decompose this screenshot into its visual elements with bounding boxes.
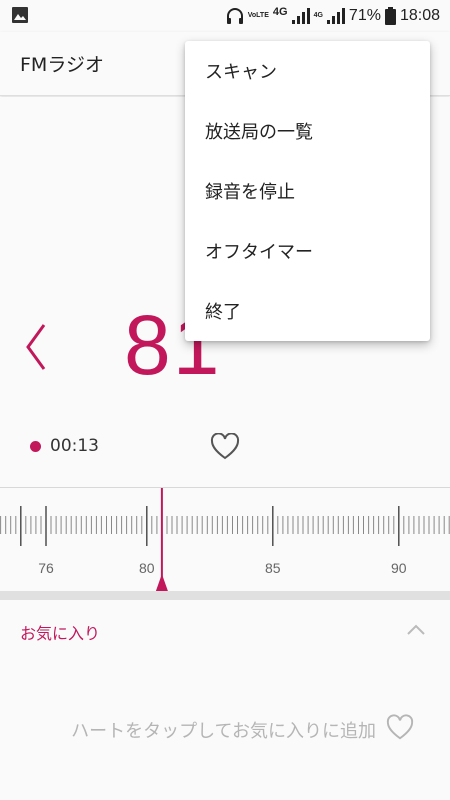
- menu-item-scan[interactable]: スキャン: [185, 41, 430, 101]
- heart-outline-icon[interactable]: [210, 433, 240, 461]
- dial-scale[interactable]: 76 80 85 90: [0, 488, 450, 592]
- dial-tick-label: 90: [391, 560, 407, 576]
- menu-item-sleep-timer[interactable]: オフタイマー: [185, 221, 430, 281]
- favorites-section: お気に入り ハートをタップしてお気に入りに追加: [0, 600, 450, 800]
- dial-tick-label: 76: [38, 560, 54, 576]
- dial-tick-label: 80: [139, 560, 155, 576]
- battery-percent: 71%: [348, 7, 381, 24]
- favorites-title: お気に入り: [20, 624, 101, 643]
- chevron-up-icon[interactable]: [404, 620, 428, 640]
- network-type-2: 4G: [313, 12, 323, 19]
- menu-item-exit[interactable]: 終了: [185, 281, 430, 341]
- recording-time: 00:13: [50, 436, 99, 456]
- favorites-empty-hint: ハートをタップしてお気に入りに追加: [71, 721, 376, 742]
- dial-marker-handle[interactable]: [155, 574, 168, 591]
- menu-item-station-list[interactable]: 放送局の一覧: [185, 101, 430, 161]
- overflow-menu: スキャン 放送局の一覧 録音を停止 オフタイマー 終了: [185, 41, 430, 341]
- chevron-left-icon[interactable]: [22, 319, 52, 375]
- network-type-1: 4G: [272, 6, 288, 18]
- dial-tick-label: 85: [265, 560, 281, 576]
- section-divider: [0, 591, 450, 600]
- frequency-dial[interactable]: 76 80 85 90: [0, 487, 450, 591]
- signal-icon: [291, 8, 310, 24]
- status-bar: VoLTE 4G 4G 71% 18:08: [0, 0, 450, 32]
- volte-label: VoLTE: [247, 12, 269, 19]
- heart-outline-icon: [386, 714, 414, 740]
- headphones-icon: [226, 8, 243, 24]
- recording-indicator: [30, 441, 41, 452]
- app-title: FMラジオ: [20, 54, 104, 76]
- clock: 18:08: [399, 7, 440, 24]
- status-icons: VoLTE 4G 4G 71% 18:08: [226, 0, 440, 32]
- image-icon: [12, 7, 28, 23]
- signal-icon: [326, 8, 345, 24]
- menu-item-stop-recording[interactable]: 録音を停止: [185, 161, 430, 221]
- battery-icon: [384, 7, 396, 25]
